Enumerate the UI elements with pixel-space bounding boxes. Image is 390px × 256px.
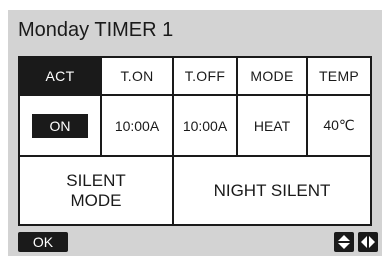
- left-right-arrow-icon[interactable]: [358, 232, 378, 252]
- silent-mode-button[interactable]: SILENT MODE: [20, 157, 174, 224]
- t-on-value[interactable]: 10:00A: [102, 96, 174, 155]
- page-title: Monday TIMER 1: [18, 19, 174, 41]
- ok-button[interactable]: OK: [18, 232, 68, 252]
- t-off-value[interactable]: 10:00A: [174, 96, 238, 155]
- timer-table: ACT T.ON T.OFF MODE TEMP ON 10:00A 10:00…: [18, 56, 372, 226]
- table-row: ON 10:00A 10:00A HEAT 40℃: [20, 94, 370, 157]
- mode-value[interactable]: HEAT: [238, 96, 308, 155]
- column-header-temp[interactable]: TEMP: [308, 58, 370, 94]
- up-down-arrow-icon[interactable]: [334, 232, 354, 252]
- temp-value[interactable]: 40℃: [308, 96, 370, 155]
- silent-mode-line2: MODE: [70, 190, 122, 210]
- silent-row: SILENT MODE NIGHT SILENT: [20, 157, 370, 224]
- act-value[interactable]: ON: [32, 113, 88, 138]
- table-header-row: ACT T.ON T.OFF MODE TEMP: [20, 58, 370, 94]
- column-header-mode[interactable]: MODE: [238, 58, 308, 94]
- column-header-t-off[interactable]: T.OFF: [174, 58, 238, 94]
- act-cell[interactable]: ON: [20, 96, 102, 155]
- night-silent-button[interactable]: NIGHT SILENT: [174, 157, 370, 224]
- column-header-act[interactable]: ACT: [20, 58, 102, 94]
- column-header-t-on[interactable]: T.ON: [102, 58, 174, 94]
- silent-mode-line1: SILENT: [66, 170, 126, 190]
